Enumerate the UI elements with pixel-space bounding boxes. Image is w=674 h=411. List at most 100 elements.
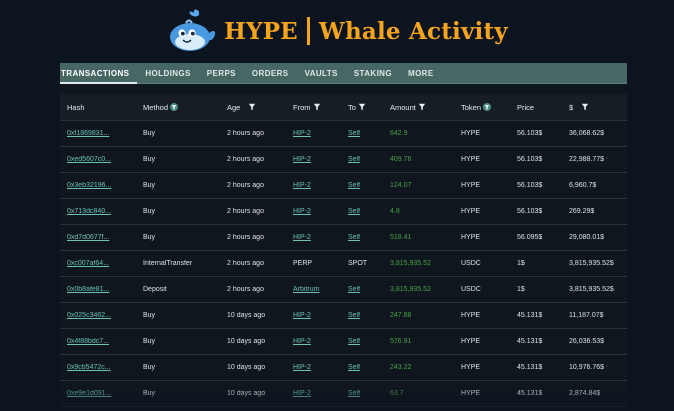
from-link[interactable]: HIP-2 xyxy=(293,156,311,163)
tab-vaults[interactable]: VAULTS xyxy=(297,63,346,84)
amount-cell: 4.8 xyxy=(390,208,400,215)
age-cell: 2 hours ago xyxy=(227,182,264,189)
filter-icon[interactable] xyxy=(483,103,492,111)
brand-divider xyxy=(306,17,310,45)
amount-cell: 3,815,935.52 xyxy=(390,260,431,267)
tab-orders[interactable]: ORDERS xyxy=(244,63,297,84)
usd-cell: 2,874.84$ xyxy=(569,390,601,397)
age-cell: 2 hours ago xyxy=(227,286,264,293)
price-cell: 45.131$ xyxy=(517,390,543,397)
tx-hash-link[interactable]: 0xe9e1d091... xyxy=(67,390,111,397)
token-cell: HYPE xyxy=(461,338,481,345)
tab-more[interactable]: MORE xyxy=(400,63,442,84)
table-header: Hash Method Age From To Amount Token Pri… xyxy=(60,94,627,121)
tab-staking[interactable]: STAKING xyxy=(346,63,400,84)
to-link[interactable]: Self xyxy=(348,338,360,345)
table-row: 0x0b8afe81... Deposit 2 hours ago Arbitr… xyxy=(60,277,627,303)
amount-cell: 243.22 xyxy=(390,364,412,371)
col-token-label: Token xyxy=(461,102,482,112)
token-cell: HYPE xyxy=(461,156,481,163)
tx-hash-link[interactable]: 0xf1869831... xyxy=(67,130,109,137)
to-link[interactable]: Self xyxy=(348,182,360,189)
tx-hash-link[interactable]: 0x0b8afe81... xyxy=(67,286,109,293)
price-cell: 56.095$ xyxy=(517,234,543,241)
from-link[interactable]: HIP-2 xyxy=(293,234,311,241)
table-row: 0xd7d0677f... Buy 2 hours ago HIP-2 Self… xyxy=(60,225,627,251)
table-row: 0xe9e1d091... Buy 10 days ago HIP-2 Self… xyxy=(60,381,627,407)
usd-cell: 269.29$ xyxy=(569,208,595,215)
tx-hash-link[interactable]: 0x3eb32196... xyxy=(67,182,111,189)
tx-hash-link[interactable]: 0x4f88bdc7... xyxy=(67,338,109,345)
usd-cell: 6,960.7$ xyxy=(569,182,597,189)
age-cell: 2 hours ago xyxy=(227,260,264,267)
from-link[interactable]: HIP-2 xyxy=(293,338,311,345)
whale-icon xyxy=(170,9,216,51)
to-link[interactable]: Self xyxy=(348,390,360,397)
tx-hash-link[interactable]: 0xd7d0677f... xyxy=(67,234,109,241)
amount-cell: 124.07 xyxy=(390,182,412,189)
tx-hash-link[interactable]: 0x9cb5472c... xyxy=(67,364,111,371)
tx-hash-link[interactable]: 0x025c3462... xyxy=(67,312,111,319)
col-token: Token xyxy=(454,103,510,112)
to-link[interactable]: Self xyxy=(348,208,360,215)
to-link[interactable]: Self xyxy=(348,286,360,293)
price-cell: 45.131$ xyxy=(517,338,543,345)
tx-hash-link[interactable]: 0x713dc840... xyxy=(67,208,111,215)
page-header: HYPE Whale Activity xyxy=(0,0,674,62)
age-cell: 2 hours ago xyxy=(227,130,264,137)
to-link[interactable]: Self xyxy=(348,130,360,137)
method-cell: Buy xyxy=(143,390,156,397)
from-link[interactable]: HIP-2 xyxy=(293,208,311,215)
method-cell: Deposit xyxy=(143,286,167,293)
method-cell: Buy xyxy=(143,338,156,345)
price-cell: 45.131$ xyxy=(517,312,543,319)
filter-icon[interactable] xyxy=(170,103,179,111)
price-cell: 56.103$ xyxy=(517,130,543,137)
amount-cell: 247.88 xyxy=(390,312,412,319)
age-cell: 10 days ago xyxy=(227,364,266,371)
price-cell: 56.103$ xyxy=(517,156,543,163)
table-row: 0x025c3462... Buy 10 days ago HIP-2 Self… xyxy=(60,303,627,329)
col-from: From xyxy=(286,103,341,112)
amount-cell: 518.41 xyxy=(390,234,412,241)
brand-right: Whale Activity xyxy=(318,17,508,45)
from-link[interactable]: HIP-2 xyxy=(293,182,311,189)
token-cell: HYPE xyxy=(461,312,481,319)
from-link[interactable]: HIP-2 xyxy=(293,364,311,371)
tab-transactions[interactable]: TRANSACTIONS xyxy=(60,63,138,84)
from-link[interactable]: HIP-2 xyxy=(293,130,311,137)
usd-cell: 3,815,935.52$ xyxy=(569,286,614,293)
tab-perps[interactable]: PERPS xyxy=(199,63,244,84)
tx-hash-link[interactable]: 0xc007af64... xyxy=(67,260,109,267)
filter-icon[interactable] xyxy=(418,103,426,111)
method-cell: Buy xyxy=(143,182,156,189)
filter-icon[interactable] xyxy=(248,103,256,111)
token-cell: HYPE xyxy=(461,130,481,137)
filter-icon[interactable] xyxy=(313,103,321,111)
from-cell: PERP xyxy=(293,260,313,267)
usd-cell: 11,187.07$ xyxy=(569,312,604,319)
col-price: Price xyxy=(510,103,562,112)
col-age-label: Age xyxy=(227,102,241,112)
to-link[interactable]: Self xyxy=(348,156,360,163)
method-cell: InternalTransfer xyxy=(143,260,193,267)
from-link[interactable]: HIP-2 xyxy=(293,312,311,319)
amount-cell: 409.76 xyxy=(390,156,412,163)
filter-icon[interactable] xyxy=(358,103,366,111)
to-link[interactable]: Self xyxy=(348,312,360,319)
tx-hash-link[interactable]: 0xed5607c0... xyxy=(67,156,111,163)
from-link[interactable]: Arbitrum xyxy=(293,286,319,293)
col-age: Age xyxy=(220,103,286,112)
brand-left: HYPE xyxy=(224,17,298,45)
to-link[interactable]: Self xyxy=(348,364,360,371)
transactions-panel: TRANSACTIONS HOLDINGS PERPS ORDERS VAULT… xyxy=(60,63,627,411)
col-amount-label: Amount xyxy=(390,102,416,112)
table-row: 0x3eb32196... Buy 2 hours ago HIP-2 Self… xyxy=(60,173,627,199)
filter-icon[interactable] xyxy=(581,103,589,111)
tab-holdings[interactable]: HOLDINGS xyxy=(137,63,198,84)
amount-cell: 576.91 xyxy=(390,338,412,345)
usd-cell: 29,080.01$ xyxy=(569,234,605,241)
from-link[interactable]: HIP-2 xyxy=(293,390,311,397)
age-cell: 10 days ago xyxy=(227,312,266,319)
to-link[interactable]: Self xyxy=(348,234,360,241)
